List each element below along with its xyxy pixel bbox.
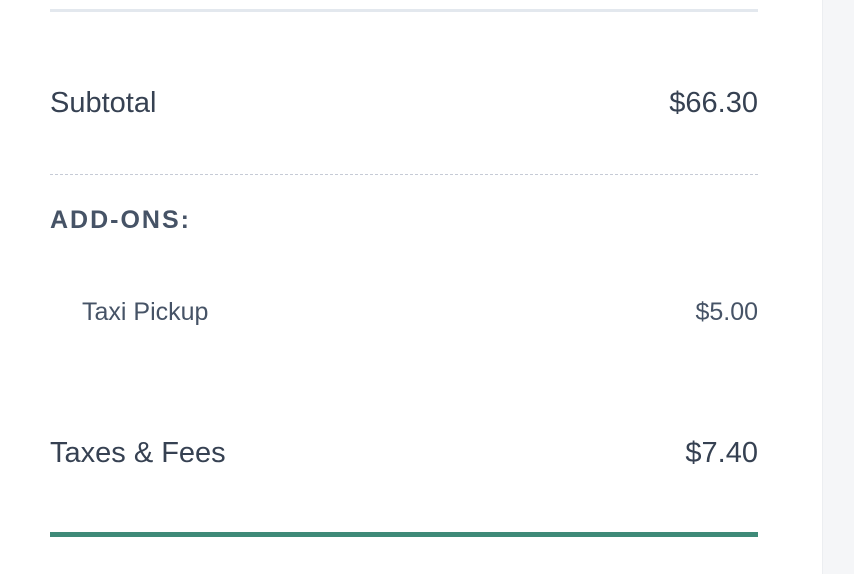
addons-heading: ADD-ONS:	[50, 206, 191, 234]
right-gutter	[822, 0, 854, 574]
order-summary-panel: Subtotal $66.30 ADD-ONS: Taxi Pickup $5.…	[0, 0, 822, 574]
total-divider	[50, 532, 758, 537]
subtotal-label: Subtotal	[50, 86, 157, 119]
addon-item-price: $5.00	[695, 297, 758, 326]
subtotal-value: $66.30	[669, 86, 758, 119]
subtotal-row: Subtotal $66.30	[50, 84, 758, 122]
dashed-divider	[50, 174, 758, 175]
addon-item-taxi-pickup: Taxi Pickup $5.00	[50, 295, 758, 329]
taxes-fees-row: Taxes & Fees $7.40	[50, 434, 758, 472]
taxes-fees-value: $7.40	[685, 436, 758, 469]
top-divider	[50, 9, 758, 12]
taxes-fees-label: Taxes & Fees	[50, 436, 226, 469]
addon-item-label: Taxi Pickup	[82, 297, 209, 326]
